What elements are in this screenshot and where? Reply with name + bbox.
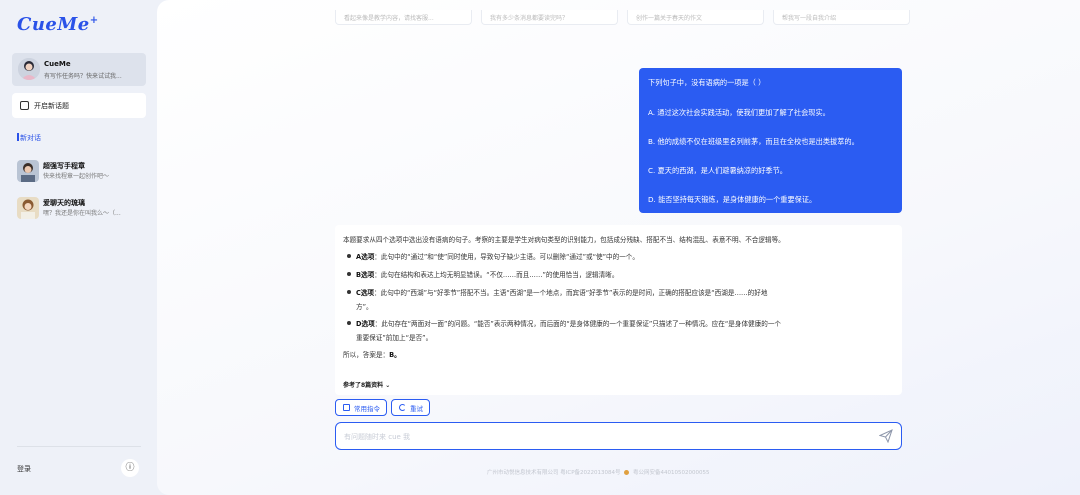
current-conversation[interactable]: 新对话 [17, 133, 41, 143]
bullet [347, 254, 351, 258]
option-b: B. 他的成绩不仅在班级里名列前茅，而且在全校也是出类拔萃的。 [648, 137, 859, 146]
answer-item-a: A选项：此句中的“通过”和“使”同时使用，导致句子缺少主语。可以删除“通过”或“… [356, 253, 639, 261]
login-link[interactable]: 登录 [17, 464, 31, 474]
sidebar: CueMe+ CueMe 有写作任务吗？快来试试我... 开启新话题 新对话 超… [0, 0, 157, 495]
option-d: D. 能否坚持每天锻炼，是身体健康的一个重要保证。 [648, 195, 817, 204]
footer: 广州市动悦信息技术有限公司 粤ICP备2022013084号 粤公网安备4401… [487, 468, 710, 476]
history-title: 超强写手程章 [43, 162, 85, 170]
answer-item-d: D选项：此句存在“两面对一面”的问题。“能否”表示两种情况，而后面的“是身体健康… [356, 320, 782, 328]
option-a: A. 通过这次社会实践活动，使我们更加了解了社会现实。 [648, 108, 830, 117]
retry-label: 重试 [410, 405, 423, 413]
message-input[interactable] [344, 430, 844, 443]
answer-item-c: C选项：此句中的“西湖”与“好季节”搭配不当。主语“西湖”是一个地点，而宾语“好… [356, 289, 768, 297]
bullet [347, 321, 351, 325]
user-message: 下列句子中，没有语病的一项是（ ） A. 通过这次社会实践活动，使我们更加了解了… [639, 68, 902, 213]
assistant-name: CueMe [44, 60, 71, 68]
suggestion-card[interactable]: 创作一篇关于春天的作文 [627, 10, 764, 25]
commands-icon [343, 404, 350, 411]
new-chat-icon [20, 101, 29, 110]
bullet [347, 290, 351, 294]
assistant-subtitle: 有写作任务吗？快来试试我... [44, 73, 122, 80]
assistant-answer: 本题要求从四个选项中选出没有语病的句子。考察的主要是学生对病句类型的识别能力，包… [335, 225, 902, 395]
answer-conclusion: 所以，答案是：B。 [343, 351, 401, 359]
question-text: 下列句子中，没有语病的一项是（ ） [648, 78, 766, 87]
references-toggle[interactable]: 参考了8篇资料 ⌄ [343, 380, 390, 389]
refresh-icon [399, 404, 406, 411]
message-input-box [335, 422, 902, 450]
answer-intro: 本题要求从四个选项中选出没有语病的句子。考察的主要是学生对病句类型的识别能力，包… [343, 236, 785, 244]
answer-item-d-cont: 重要保证”前加上“是否”。 [356, 334, 433, 342]
commands-label: 常用指令 [354, 405, 380, 413]
history-subtitle: 快来找程章一起创作吧～ [43, 173, 110, 180]
sidebar-divider [17, 446, 141, 447]
history-avatar [17, 197, 39, 219]
assistant-card-cueme[interactable]: CueMe 有写作任务吗？快来试试我... [12, 53, 146, 86]
chevron-down-icon: ⌄ [385, 382, 391, 389]
chat-panel: 看起来像是教学内容，请找客服... 我有多少条消息都要读完吗？ 创作一篇关于春天… [157, 0, 1080, 495]
suggestion-card[interactable]: 我有多少条消息都要读完吗？ [481, 10, 618, 25]
send-icon[interactable] [879, 429, 893, 443]
history-item[interactable]: 爱聊天的琉璃 嘿？我还是你在叫我么～（... [17, 195, 151, 221]
common-commands-button[interactable]: 常用指令 [335, 399, 387, 416]
history-title: 爱聊天的琉璃 [43, 199, 85, 207]
police-badge-icon [624, 470, 630, 475]
new-chat-button[interactable]: 开启新话题 [12, 93, 146, 118]
answer-item-c-cont: 方”。 [356, 303, 373, 311]
retry-button[interactable]: 重试 [391, 399, 430, 416]
suggestion-cards: 看起来像是教学内容，请找客服... 我有多少条消息都要读完吗？ 创作一篇关于春天… [335, 10, 910, 25]
assistant-avatar [18, 58, 40, 80]
bullet [347, 272, 351, 276]
history-item[interactable]: 超强写手程章 快来找程章一起创作吧～ [17, 158, 151, 184]
history-avatar [17, 160, 39, 182]
suggestion-card[interactable]: 帮我写一段自我介绍 [773, 10, 910, 25]
option-c: C. 夏天的西湖，是人们避暑纳凉的好季节。 [648, 166, 787, 175]
new-chat-label: 开启新话题 [34, 102, 69, 110]
footer-icp[interactable]: 广州市动悦信息技术有限公司 粤ICP备2022013084号 [487, 470, 621, 476]
info-icon[interactable]: ⓘ [121, 459, 139, 477]
history-subtitle: 嘿？我还是你在叫我么～（... [43, 210, 121, 217]
footer-police[interactable]: 粤公网安备44010502000055 [633, 470, 710, 476]
app-logo[interactable]: CueMe+ [17, 14, 99, 35]
suggestion-card[interactable]: 看起来像是教学内容，请找客服... [335, 10, 472, 25]
answer-item-b: B选项：此句在结构和表达上均无明显错误。“不仅……而且……”的使用恰当，逻辑清晰… [356, 271, 619, 279]
